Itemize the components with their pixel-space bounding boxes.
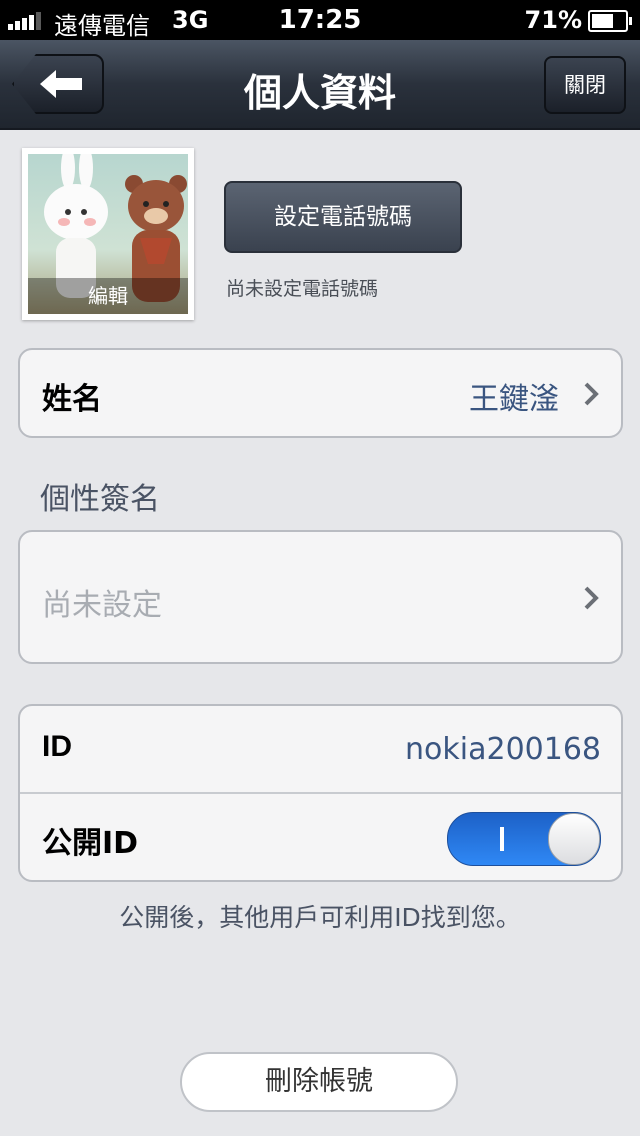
phone-status-text: 尚未設定電話號碼 bbox=[226, 278, 379, 300]
navigation-bar: 個人資料 關閉 bbox=[0, 40, 640, 130]
id-value: nokia200168 bbox=[405, 732, 601, 767]
chevron-right-icon bbox=[584, 586, 599, 610]
public-id-toggle[interactable] bbox=[447, 812, 601, 866]
close-button[interactable]: 關閉 bbox=[544, 56, 626, 114]
toggle-knob[interactable] bbox=[548, 813, 600, 865]
avatar-edit-label[interactable]: 編輯 bbox=[28, 278, 188, 314]
signature-group: 尚未設定 bbox=[18, 530, 623, 664]
signature-section-title: 個性簽名 bbox=[40, 482, 160, 517]
id-row: ID nokia200168 bbox=[20, 706, 621, 792]
public-id-footnote: 公開後，其他用戶可利用ID找到您。 bbox=[119, 903, 521, 932]
name-row[interactable]: 姓名 王鍵滏 bbox=[20, 350, 621, 436]
chevron-right-icon bbox=[584, 382, 599, 406]
name-label: 姓名 bbox=[42, 382, 102, 417]
id-group: ID nokia200168 公開ID bbox=[18, 704, 623, 882]
toggle-on-mark-icon bbox=[500, 827, 504, 851]
avatar[interactable]: 編輯 bbox=[22, 148, 194, 320]
public-id-label: 公開ID bbox=[42, 826, 139, 861]
battery-icon bbox=[588, 10, 632, 32]
delete-account-button[interactable]: 刪除帳號 bbox=[180, 1052, 458, 1112]
set-phone-number-button[interactable]: 設定電話號碼 bbox=[224, 181, 462, 253]
name-value: 王鍵滏 bbox=[469, 382, 559, 417]
battery-percent: 71% bbox=[524, 6, 582, 34]
public-id-row: 公開ID bbox=[20, 794, 621, 880]
signature-row[interactable]: 尚未設定 bbox=[20, 532, 621, 662]
name-group: 姓名 王鍵滏 bbox=[18, 348, 623, 438]
signature-placeholder: 尚未設定 bbox=[42, 588, 162, 623]
avatar-image: 編輯 bbox=[28, 154, 188, 314]
status-bar: 遠傳電信 3G 17:25 71% bbox=[0, 0, 640, 40]
id-label: ID bbox=[42, 730, 72, 763]
